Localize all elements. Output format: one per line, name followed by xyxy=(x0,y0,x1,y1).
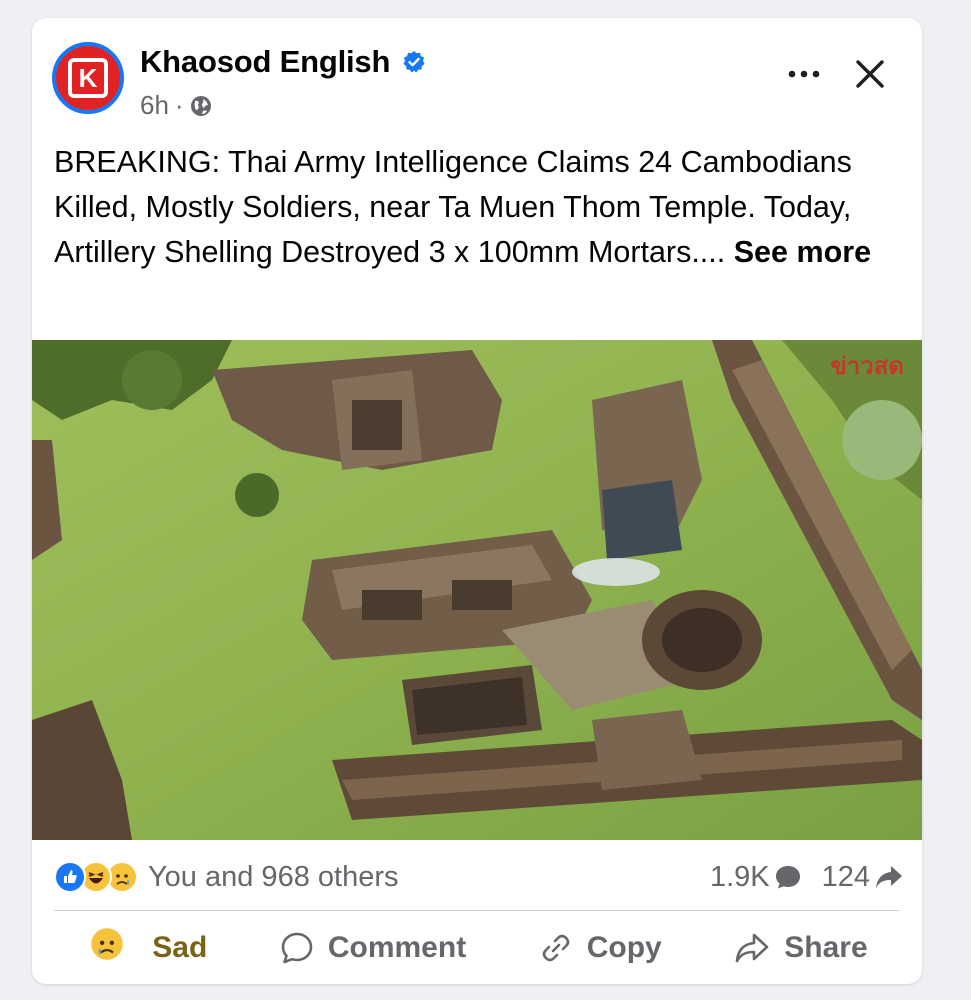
page-name[interactable]: Khaosod English xyxy=(140,44,390,80)
comment-icon xyxy=(281,932,313,964)
share-arrow-icon xyxy=(876,866,902,888)
comment-count[interactable]: 1.9K xyxy=(710,861,802,894)
share-count-value: 124 xyxy=(821,860,870,893)
sad-label: Sad xyxy=(152,931,208,964)
meta-separator: · xyxy=(174,90,184,120)
share-icon xyxy=(735,933,769,963)
comment-label: Comment xyxy=(327,931,467,964)
post-text: BREAKING: Thai Army Intelligence Claims … xyxy=(54,140,904,275)
image-watermark: ข่าวสด xyxy=(830,352,904,380)
close-button[interactable] xyxy=(848,52,892,96)
actions-divider xyxy=(54,910,900,911)
action-bar: Sad Comment Copy Share xyxy=(54,918,904,978)
sad-emoji-icon xyxy=(90,927,138,969)
post-body: BREAKING: Thai Army Intelligence Claims … xyxy=(54,145,852,269)
close-icon xyxy=(856,60,884,88)
see-more-link[interactable]: See more xyxy=(734,235,871,269)
post-time[interactable]: 6h xyxy=(140,90,169,121)
share-count[interactable]: 124 xyxy=(822,861,904,894)
reaction-icons[interactable] xyxy=(54,861,138,893)
like-reaction-icon xyxy=(54,861,86,893)
engagement-stats: 1.9K 124 xyxy=(710,861,904,894)
link-icon xyxy=(542,934,570,962)
comment-button[interactable]: Comment xyxy=(280,931,466,965)
reactions-row: You and 968 others 1.9K 124 xyxy=(54,856,904,898)
more-options-button[interactable] xyxy=(784,62,824,86)
post-card: K Khaosod English 6h · BREAKING: Thai Ar… xyxy=(32,18,922,984)
page-avatar[interactable]: K xyxy=(52,42,124,114)
comment-count-value: 1.9K xyxy=(709,860,770,893)
globe-icon xyxy=(190,95,212,117)
comment-bubble-icon xyxy=(775,866,800,889)
avatar-logo: K xyxy=(68,58,108,98)
post-image[interactable]: ข่าวสด xyxy=(32,340,922,840)
verified-badge-icon xyxy=(402,50,426,74)
reaction-summary[interactable]: You and 968 others xyxy=(148,861,398,894)
more-dots-icon xyxy=(788,70,820,78)
sad-reaction-button[interactable]: Sad xyxy=(90,927,207,969)
share-label: Share xyxy=(784,931,868,964)
page-name-row: Khaosod English xyxy=(140,44,426,80)
post-meta: 6h · xyxy=(140,90,212,121)
aerial-temple-photo: ข่าวสด xyxy=(32,340,922,840)
share-button[interactable]: Share xyxy=(734,931,868,965)
copy-label: Copy xyxy=(586,931,662,964)
copy-link-button[interactable]: Copy xyxy=(539,931,662,965)
